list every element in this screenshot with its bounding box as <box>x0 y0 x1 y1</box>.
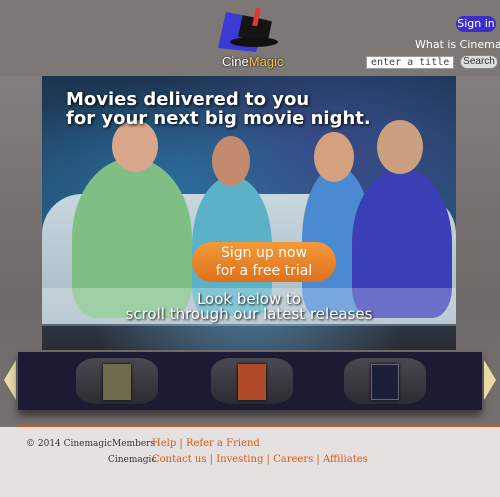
viewer-head <box>212 136 250 186</box>
sign-in-button[interactable]: Sign in <box>456 16 496 32</box>
members-links: Help | Refer a Friend <box>152 438 260 449</box>
cinemagic-label: Cinemagic <box>108 455 157 465</box>
movie-poster-3-icon[interactable] <box>371 364 399 400</box>
carousel-prev-arrow-icon[interactable] <box>4 360 16 400</box>
investing-link[interactable]: Investing <box>216 454 263 465</box>
cinemagic-links: Contact us | Investing | Careers | Affil… <box>152 454 368 465</box>
what-is-cinemagic-link[interactable]: What is Cinemagic? <box>415 38 500 51</box>
hero-banner: Movies delivered to you for your next bi… <box>42 76 456 350</box>
search-button[interactable]: Search <box>460 55 498 69</box>
members-label: Members <box>112 439 156 449</box>
carousel-slot[interactable] <box>76 358 158 404</box>
contact-us-link[interactable]: Contact us <box>152 454 206 465</box>
careers-link[interactable]: Careers <box>273 454 313 465</box>
free-trial-button[interactable]: Sign up now for a free trial <box>192 242 336 282</box>
movie-poster-2-icon[interactable] <box>238 364 266 400</box>
viewer-head <box>377 120 423 174</box>
carousel-next-arrow-icon[interactable] <box>484 360 496 400</box>
release-carousel <box>18 352 482 410</box>
scroll-instruction: Look below to scroll through our latest … <box>42 288 456 326</box>
movie-poster-1-icon[interactable] <box>103 364 131 400</box>
search-input[interactable] <box>366 56 454 69</box>
copyright-text: © 2014 Cinemagic <box>26 439 113 449</box>
help-link[interactable]: Help <box>152 438 176 449</box>
site-footer: © 2014 Cinemagic Members Help | Refer a … <box>0 427 500 497</box>
site-header: CineMagic Sign in What is Cinemagic? Sea… <box>0 0 500 76</box>
logo-text: CineMagic <box>222 54 284 69</box>
carousel-slot[interactable] <box>211 358 293 404</box>
affiliates-link[interactable]: Affiliates <box>323 454 368 465</box>
hero-headline: Movies delivered to you for your next bi… <box>66 89 371 129</box>
carousel-slot[interactable] <box>344 358 426 404</box>
refer-a-friend-link[interactable]: Refer a Friend <box>186 438 260 449</box>
viewer-head <box>314 132 354 182</box>
